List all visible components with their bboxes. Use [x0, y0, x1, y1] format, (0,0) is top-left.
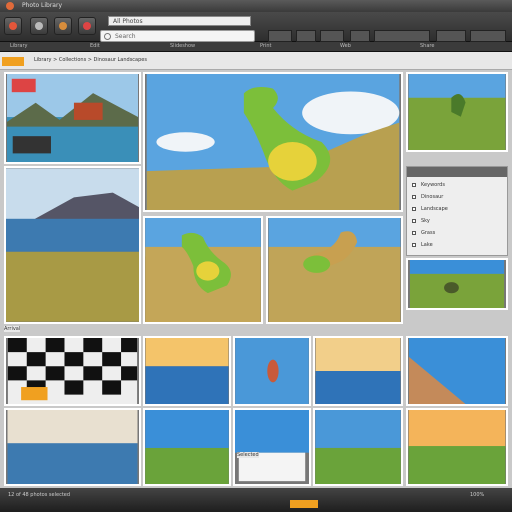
breadcrumb-path: Library > Collections > Dinosaur Landsca… [34, 57, 147, 63]
photo-tile-lake[interactable] [4, 166, 141, 324]
rotate-button[interactable] [350, 30, 370, 42]
photo-tile-clouds[interactable] [233, 408, 311, 486]
breadcrumb: Library > Collections > Dinosaur Landsca… [0, 52, 512, 70]
photo-tile-dinosaur-meadow[interactable] [143, 216, 263, 324]
meadow-small-image [409, 260, 505, 308]
info-icon [35, 22, 43, 30]
location-value: All Photos [113, 18, 143, 25]
desert-cliff-image [408, 338, 506, 404]
keyword-row: Grass [421, 230, 436, 236]
road-image [7, 410, 138, 484]
tab-web[interactable]: Web [340, 43, 351, 49]
search-icon [104, 33, 111, 40]
photo-tile-lagoon[interactable] [4, 72, 141, 164]
meadow-image [315, 410, 401, 484]
keyword-checkbox[interactable] [412, 195, 416, 199]
tab-print[interactable]: Print [260, 43, 272, 49]
blue-sky-image [145, 410, 229, 484]
photo-tile-checkered[interactable] [4, 336, 141, 406]
photo-tile-mountain-lake[interactable] [313, 336, 403, 406]
lagoon-image [6, 74, 139, 162]
status-badge[interactable] [290, 500, 318, 508]
keyword-row: Keywords [421, 182, 445, 188]
tools-icon [59, 22, 67, 30]
delete-icon [83, 22, 91, 30]
tools-button[interactable] [54, 17, 72, 35]
tab-slideshow[interactable]: Slideshow [170, 43, 195, 49]
panel-header [407, 167, 507, 177]
keyword-checkbox[interactable] [412, 183, 416, 187]
location-field[interactable]: All Photos [108, 16, 251, 26]
zoom-level: 100% [470, 492, 485, 498]
caption-selected: Selected [237, 452, 259, 458]
photo-tile-road[interactable] [4, 408, 141, 486]
keyword-checkbox[interactable] [412, 243, 416, 247]
photo-tile-swimmer[interactable] [233, 336, 311, 406]
photo-tile-sunset-beach[interactable] [143, 336, 231, 406]
share-button[interactable] [470, 30, 506, 42]
photo-tile-meadow[interactable] [313, 408, 403, 486]
search-box[interactable]: Search [100, 30, 255, 42]
swimmer-image [235, 338, 309, 404]
keyword-checkbox[interactable] [412, 219, 416, 223]
record-button[interactable] [4, 17, 22, 35]
dinosaur-walking-image [268, 218, 401, 322]
clouds-image [235, 410, 309, 482]
keyword-checkbox[interactable] [412, 231, 416, 235]
window-title: Photo Library [22, 2, 63, 9]
keyword-row: Landscape [421, 206, 448, 212]
status-text: 12 of 48 photos selected [8, 492, 71, 498]
photo-tile-green-dinosaur[interactable] [143, 72, 403, 212]
tab-library[interactable]: Library [10, 43, 27, 49]
keyword-row: Sky [421, 218, 430, 224]
photo-tile-dinosaur-walking[interactable] [266, 216, 403, 324]
dinosaur-portrait-image [408, 74, 506, 150]
dinosaur-meadow-image [145, 218, 261, 322]
title-bar: Photo Library [0, 0, 512, 12]
photo-tile-dinosaur-portrait[interactable] [406, 72, 508, 152]
photo-tile-desert-cliff[interactable] [406, 336, 508, 406]
keyword-row: Lake [421, 242, 433, 248]
folder-badge[interactable] [2, 57, 24, 66]
tab-edit[interactable]: Edit [90, 43, 100, 49]
keywords-panel: Keywords Dinosaur Landscape Sky Grass La… [406, 166, 508, 256]
photo-tile-blue-sky[interactable] [143, 408, 231, 486]
tab-share[interactable]: Share [420, 43, 434, 49]
photo-tile-meadow-small[interactable] [406, 258, 508, 310]
keyword-row: Dinosaur [421, 194, 444, 200]
search-placeholder: Search [115, 33, 136, 40]
photo-tile-horizon[interactable] [406, 408, 508, 486]
tab-bar: Library Edit Slideshow Print Web Share [0, 42, 512, 52]
sunset-beach-image [145, 338, 229, 404]
horizon-image [408, 410, 506, 484]
caption-left: Arrival [4, 326, 21, 332]
view-list-button[interactable] [296, 30, 316, 42]
green-dinosaur-image [146, 74, 400, 210]
record-icon [9, 22, 17, 30]
app-window: Photo Library All Photos Search Library … [0, 0, 512, 512]
lake-image [6, 168, 139, 322]
checkered-image [7, 338, 138, 404]
status-bar: 12 of 48 photos selected 100% [0, 488, 512, 512]
app-icon [6, 2, 14, 10]
info-button[interactable] [30, 17, 48, 35]
mountain-lake-image [315, 338, 401, 404]
view-grid-button[interactable] [268, 30, 292, 42]
edit-button[interactable] [436, 30, 466, 42]
compare-button[interactable] [320, 30, 344, 42]
zoom-slider[interactable] [374, 30, 430, 42]
toolbar: All Photos Search [0, 12, 512, 42]
keyword-checkbox[interactable] [412, 207, 416, 211]
delete-button[interactable] [78, 17, 96, 35]
